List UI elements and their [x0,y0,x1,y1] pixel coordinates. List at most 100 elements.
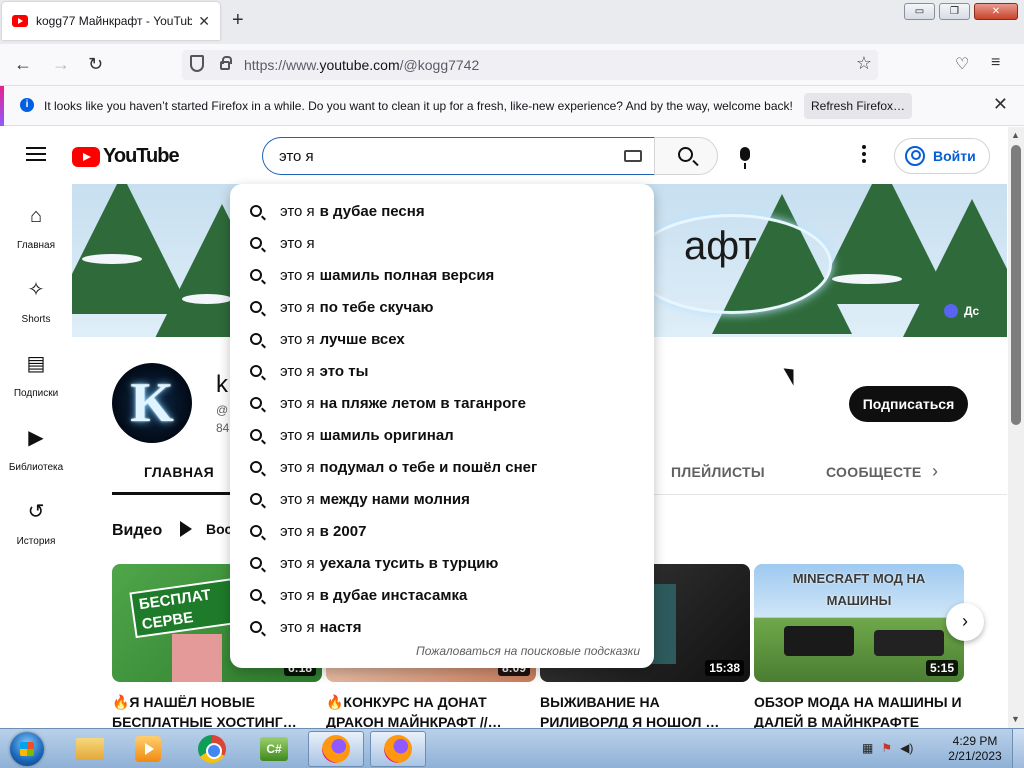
new-tab-button[interactable]: + [232,9,244,32]
scroll-down-icon[interactable]: ▼ [1011,714,1020,724]
sign-in-button[interactable]: Войти [894,138,990,174]
pocket-icon[interactable]: ♡ [955,54,969,74]
volume-icon[interactable]: ◀) [900,741,913,755]
suggestion-item[interactable]: это я это ты [230,355,654,387]
youtube-logo[interactable]: YouTube [72,145,180,168]
suggestion-item[interactable]: это я подумал о тебе и пошёл снег [230,451,654,483]
bookmark-star-icon[interactable]: ☆ [856,53,872,74]
suggestion-prefix: это я [280,586,315,604]
discord-link[interactable]: Дс [944,304,979,318]
guide-item-subscriptions[interactable]: ▤ Подписки [0,353,72,401]
suggestion-prefix: это я [280,554,315,572]
taskbar-firefox-2[interactable] [370,731,426,767]
taskbar-explorer[interactable] [62,731,118,767]
suggestion-item[interactable]: это яв дубае песня [230,195,654,227]
video-title[interactable]: ОБЗОР МОДА НА МАШИНЫ И ДАЛЕЙ В МАЙНКРАФТ… [754,692,964,728]
suggestion-item[interactable]: это я между нами молния [230,483,654,515]
suggestion-item[interactable]: это я [230,227,654,259]
suggestion-item[interactable]: это я шамиль полная версия [230,259,654,291]
show-desktop-button[interactable] [1012,729,1024,768]
sign-in-label: Войти [933,148,976,164]
menu-hamburger-icon[interactable]: ≡ [991,54,1000,72]
search-icon [250,557,262,569]
suggestion-prefix: это я [280,266,315,284]
close-window-button[interactable]: ✕ [974,3,1018,20]
taskbar-firefox[interactable] [308,731,364,767]
play-icon [180,521,192,537]
tab-community[interactable]: СООБЩЕСТЕ [826,464,922,480]
lock-icon[interactable] [220,56,232,70]
maximize-button[interactable]: ❐ [939,3,970,20]
play-all-label: Вос [206,521,233,537]
suggestion-item[interactable]: это яв 2007 [230,515,654,547]
video-card[interactable]: MINECRAFT МОД НА МАШИНЫ 5:15 ОБЗОР МОДА … [754,564,964,728]
tab-home[interactable]: ГЛАВНАЯ [144,464,214,480]
suggestion-text: это ты [319,362,369,380]
suggestion-text: уехала тусить в турцию [319,554,499,572]
forward-arrow-icon[interactable]: → [52,54,70,75]
suggestion-item[interactable]: это я настя [230,611,654,643]
back-arrow-icon[interactable]: ← [14,54,32,75]
page-scrollbar[interactable]: ▲ ▼ [1008,127,1024,728]
browser-navbar: ← → ↻ https://www.youtube.com/@kogg7742 … [0,44,1024,86]
channel-subscriber-count: 84 [216,421,230,435]
channel-avatar[interactable]: K [112,363,192,443]
suggestion-item[interactable]: это я шамиль оригинал [230,419,654,451]
video-thumbnail[interactable]: MINECRAFT МОД НА МАШИНЫ 5:15 [754,564,964,682]
taskbar-media-player[interactable] [120,731,176,767]
guide-menu-icon[interactable] [26,147,46,161]
channel-name: k [216,371,228,398]
keyboard-icon[interactable] [624,150,642,162]
tracking-protection-shield-icon[interactable] [190,55,204,72]
play-all-button[interactable]: Вос [180,521,232,537]
minimize-button[interactable]: ▭ [904,3,935,20]
suggestion-item[interactable]: это я лучше всех [230,323,654,355]
guide-item-shorts[interactable]: ✧ Shorts [0,279,72,327]
search-input[interactable]: это я [262,137,654,175]
search-button[interactable] [654,137,718,175]
video-title[interactable]: 🔥КОНКУРС НА ДОНАТ ДРАКОН МАЙНКРАФТ //… [326,692,536,728]
info-icon: i [20,98,34,112]
scrollbar-thumb[interactable] [1011,145,1021,425]
guide-item-label: Подписки [13,388,59,399]
search-icon [250,429,262,441]
guide-item-label: Главная [16,240,56,251]
firefox-notification-bar: i It looks like you haven’t started Fire… [0,86,1024,126]
tab-close-icon[interactable]: ✕ [198,13,210,30]
network-icon[interactable]: ▦ [862,741,873,755]
tab-playlists[interactable]: ПЛЕЙЛИСТЫ [671,464,765,480]
suggestion-text: шамиль полная версия [319,266,495,284]
video-title[interactable]: ВЫЖИВАНИЕ НА РИЛИВОРЛД Я НОШОЛ … [540,692,750,728]
microphone-icon[interactable] [740,147,750,169]
taskbar-csharp[interactable]: C# [246,731,302,767]
banner-snow [82,254,142,264]
url-bar[interactable]: https://www.youtube.com/@kogg7742 ☆ [182,50,878,80]
report-suggestions-link[interactable]: Пожаловаться на поисковые подсказки [416,644,640,658]
taskbar-chrome[interactable] [184,731,240,767]
url-text[interactable]: https://www.youtube.com/@kogg7742 [244,57,479,73]
reload-icon[interactable]: ↻ [88,54,103,75]
tabs-scroll-right-icon[interactable]: › [932,461,938,482]
suggestion-prefix: это я [280,490,315,508]
flag-icon[interactable]: ⚑ [881,741,892,755]
guide-item-home[interactable]: ⌂ Главная [0,205,72,253]
suggestion-prefix: это я [280,362,315,380]
suggestion-text: на пляже летом в таганроге [319,394,527,412]
refresh-firefox-button[interactable]: Refresh Firefox… [804,93,912,119]
suggestion-item[interactable]: это я уехала тусить в турцию [230,547,654,579]
settings-more-icon[interactable] [862,145,866,163]
start-button[interactable] [2,730,54,768]
guide-item-library[interactable]: ▶ Библиотека [0,427,72,475]
taskbar-clock[interactable]: 4:29 PM 2/21/2023 [940,734,1010,764]
scroll-up-icon[interactable]: ▲ [1011,130,1020,140]
suggestion-item[interactable]: это я по тебе скучаю [230,291,654,323]
carousel-next-button[interactable]: › [946,603,984,641]
suggestion-item[interactable]: это я на пляже летом в таганроге [230,387,654,419]
suggestion-item[interactable]: это яв дубае инстасамка [230,579,654,611]
subscribe-button[interactable]: Подписаться [849,386,968,422]
notification-close-icon[interactable]: ✕ [993,94,1008,115]
browser-tab[interactable]: kogg77 Майнкрафт - YouTube ✕ [2,2,220,40]
guide-item-history[interactable]: ↺ История [0,501,72,549]
video-title[interactable]: 🔥Я НАШЁЛ НОВЫЕ БЕСПЛАТНЫЕ ХОСТИНГ… [112,692,322,728]
search-icon [250,333,262,345]
